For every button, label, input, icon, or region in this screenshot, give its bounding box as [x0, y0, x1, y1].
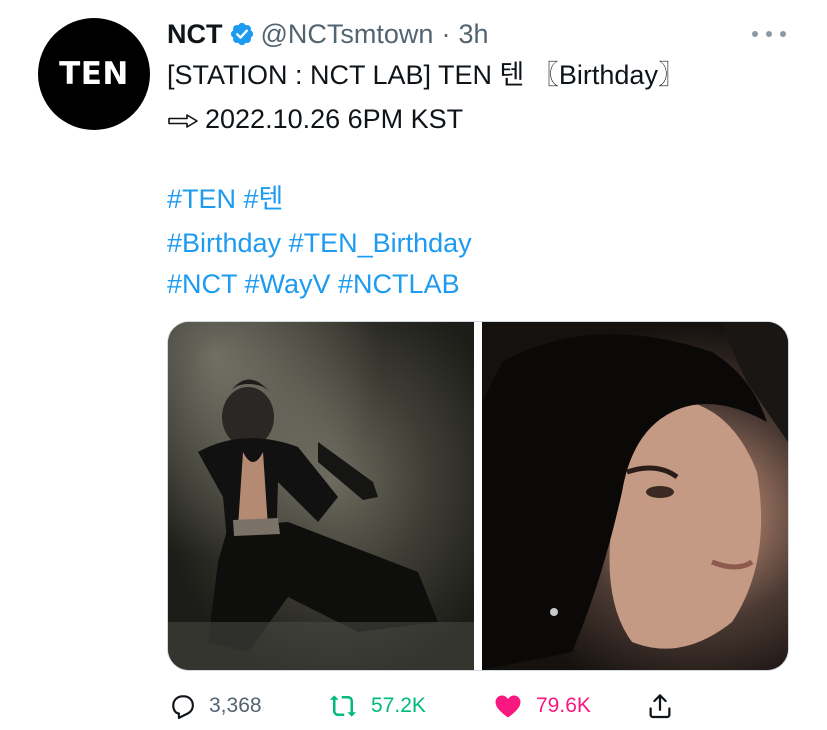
author-handle[interactable]: @NCTsmtown	[261, 19, 434, 50]
retweet-count: 57.2K	[371, 694, 426, 717]
avatar-text: TEN	[59, 56, 129, 92]
photo-1-figure	[168, 379, 474, 670]
share-icon	[649, 694, 671, 719]
more-options-icon[interactable]	[752, 22, 786, 46]
separator-dot: ·	[441, 18, 451, 49]
photo-1[interactable]	[168, 322, 474, 670]
right-arrow-icon	[168, 114, 198, 128]
release-datetime: 2022.10.26 6PM KST	[205, 104, 464, 134]
tweet-text-line1: [STATION : NCT LAB] TEN 텐 〖Birthday〗	[167, 60, 685, 90]
more-dot	[752, 31, 758, 37]
tweet-header: NCT @NCTsmtown · 3h	[167, 16, 488, 52]
more-dot	[780, 31, 786, 37]
reply-icon	[172, 695, 194, 719]
like-button[interactable]: 79.6K	[492, 688, 591, 724]
tweet-text-line2: 2022.10.26 6PM KST	[167, 101, 463, 137]
media-grid	[167, 321, 789, 671]
hashtags-line3[interactable]: #NCT #WayV #NCTLAB	[167, 266, 460, 302]
photo-2-figure	[482, 322, 788, 670]
share-button[interactable]	[645, 688, 687, 724]
retweet-icon	[329, 695, 357, 717]
tweet-timestamp[interactable]: 3h	[458, 19, 488, 50]
retweet-button[interactable]: 57.2K	[327, 688, 426, 724]
more-dot	[766, 31, 772, 37]
reply-button[interactable]: 3,368	[167, 688, 262, 724]
avatar[interactable]: TEN	[38, 18, 150, 130]
author-name[interactable]: NCT	[167, 19, 223, 50]
photo-2[interactable]	[482, 322, 788, 670]
hashtags-line2[interactable]: #Birthday #TEN_Birthday	[167, 225, 472, 261]
like-count: 79.6K	[536, 694, 591, 717]
tweet-actions: 3,368 57.2K 79.6K	[167, 688, 687, 724]
heart-icon	[495, 695, 521, 718]
verified-badge-icon	[230, 22, 253, 46]
reply-count: 3,368	[209, 694, 262, 717]
hashtags-line1[interactable]: #TEN #텐	[167, 181, 283, 217]
